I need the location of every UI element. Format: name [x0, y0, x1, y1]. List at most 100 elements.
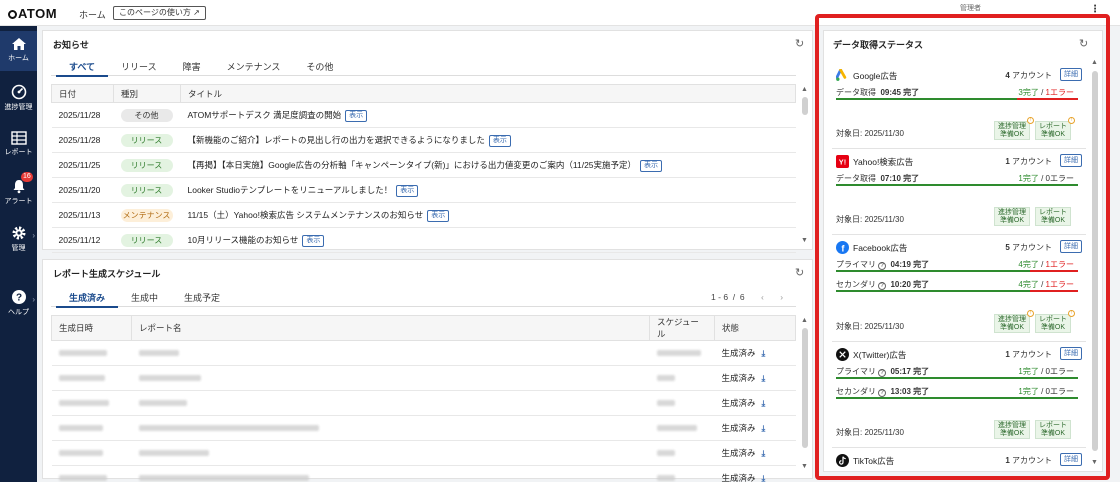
- table-row[interactable]: 生成済み ⤓: [51, 340, 796, 366]
- svg-text:?: ?: [15, 293, 21, 304]
- status-cell: 生成済み ⤓: [714, 340, 796, 366]
- show-button[interactable]: 表示: [427, 209, 450, 222]
- table-row[interactable]: 2025/11/25 リリース 【再掲】【本日実施】Google広告の分析軸「キャン…: [51, 152, 796, 178]
- news-date: 2025/11/20: [51, 177, 114, 203]
- sidebar-item-help[interactable]: ? ヘルプ ›: [0, 283, 37, 323]
- download-icon[interactable]: ⤓: [762, 373, 766, 383]
- status-text: 生成済み: [721, 348, 756, 358]
- news-title-text[interactable]: 【再掲】【本日実施】Google広告の分析軸「キャンペーンタイプ(新)」における…: [188, 160, 637, 170]
- tab-release[interactable]: リリース: [108, 59, 170, 75]
- sidebar-item-home[interactable]: ホーム: [0, 31, 37, 71]
- download-icon[interactable]: ⤓: [762, 473, 766, 482]
- redacted-schedule: [649, 415, 715, 441]
- download-icon[interactable]: ⤓: [762, 448, 766, 458]
- table-row[interactable]: 2025/11/20 リリース Looker Studioテンプレートをリニューアル…: [51, 177, 796, 203]
- table-row[interactable]: 生成済み ⤓: [51, 415, 796, 441]
- news-title-text[interactable]: 11/15（土）Yahoo!検索広告 システムメンテナンスのお知らせ: [188, 210, 424, 220]
- redacted-report-name: [131, 465, 650, 482]
- howto-button[interactable]: このページの使い方 ↗: [113, 6, 206, 20]
- table-row[interactable]: 生成済み ⤓: [51, 365, 796, 391]
- tab-generated[interactable]: 生成済み: [56, 290, 119, 308]
- external-link-icon: ↗: [193, 8, 200, 17]
- atom-logo[interactable]: ATOM: [8, 6, 57, 21]
- redacted-report-name: [131, 390, 650, 416]
- sidebar-item-progress[interactable]: 進捗管理: [0, 78, 37, 118]
- table-row[interactable]: 2025/11/28 リリース 【新機能のご紹介】レポートの見出し行の出力を選択でき…: [51, 127, 796, 153]
- prev-page-icon[interactable]: ‹: [761, 292, 764, 302]
- news-date: 2025/11/25: [51, 152, 114, 178]
- redacted-report-name: [131, 415, 650, 441]
- column-header-generated-at[interactable]: 生成日時: [51, 315, 132, 341]
- show-button[interactable]: 表示: [488, 134, 511, 147]
- next-page-icon[interactable]: ›: [780, 292, 783, 302]
- refresh-icon[interactable]: ↻: [795, 266, 804, 279]
- status-text: 生成済み: [721, 473, 756, 482]
- table-row[interactable]: 生成済み ⤓: [51, 390, 796, 416]
- news-title-text[interactable]: 10月リリース機能のお知らせ: [188, 235, 299, 245]
- news-title-text[interactable]: 【新機能のご紹介】レポートの見出し行の出力を選択できるようになりました: [188, 135, 485, 145]
- tab-outage[interactable]: 障害: [170, 59, 214, 75]
- sidebar-item-report[interactable]: レポート: [0, 125, 37, 165]
- scroll-up-icon[interactable]: ▲: [801, 317, 808, 324]
- schedule-table: 生成日時 レポート名 スケジュール 状態 生成済み ⤓ 生成済み ⤓ 生成済み ⤓ 生成済み…: [51, 315, 796, 482]
- table-row[interactable]: 2025/11/28 その他 ATOMサポートデスク 満足度調査の開始 表示: [51, 102, 796, 128]
- column-header-type[interactable]: 種別: [113, 84, 181, 103]
- pagination: 1 - 6 / 6 ‹ ›: [711, 292, 784, 302]
- news-title-text[interactable]: Looker Studioテンプレートをリニューアルしました！: [188, 185, 393, 195]
- sidebar: ホーム 進捗管理 レポート 16 アラート 管理 › ? ヘルプ ›: [0, 26, 37, 482]
- table-row[interactable]: 2025/11/12 リリース 10月リリース機能のお知らせ 表示: [51, 227, 796, 253]
- news-title-cell: Looker Studioテンプレートをリニューアルしました！ 表示: [180, 177, 796, 203]
- tab-all[interactable]: すべて: [56, 59, 109, 77]
- news-title-cell: ATOMサポートデスク 満足度調査の開始 表示: [180, 102, 796, 128]
- news-tabs: すべて リリース 障害 メンテナンス その他: [56, 59, 346, 77]
- refresh-icon[interactable]: ↻: [795, 37, 804, 50]
- scroll-up-icon[interactable]: ▲: [801, 86, 808, 93]
- news-title-text[interactable]: ATOMサポートデスク 満足度調査の開始: [188, 110, 342, 120]
- column-header-report-name[interactable]: レポート名: [131, 315, 650, 341]
- redacted-report-name: [131, 340, 650, 366]
- news-type: メンテナンス: [113, 202, 181, 228]
- scroll-down-icon[interactable]: ▼: [801, 463, 808, 470]
- type-badge: メンテナンス: [120, 208, 173, 222]
- column-header-schedule[interactable]: スケジュール: [649, 315, 715, 341]
- tab-other[interactable]: その他: [293, 59, 346, 75]
- scroll-down-icon[interactable]: ▼: [801, 237, 808, 244]
- help-icon: ?: [11, 290, 26, 304]
- type-badge: その他: [120, 108, 173, 122]
- user-name[interactable]: 管理者: [960, 3, 981, 13]
- column-header-title[interactable]: タイトル: [180, 84, 796, 103]
- status-text: 生成済み: [721, 423, 756, 433]
- table-row[interactable]: 生成済み ⤓: [51, 440, 796, 466]
- column-header-date[interactable]: 日付: [51, 84, 114, 103]
- news-scrollbar[interactable]: [802, 97, 808, 115]
- tab-generating[interactable]: 生成中: [118, 290, 171, 306]
- sidebar-item-alert[interactable]: 16 アラート: [0, 172, 37, 212]
- schedule-panel: レポート生成スケジュール ↻ 生成済み 生成中 生成予定 1 - 6 / 6 ‹ ›…: [42, 259, 813, 482]
- show-button[interactable]: 表示: [640, 159, 663, 172]
- logo-ring-icon: [8, 10, 17, 19]
- show-button[interactable]: 表示: [302, 234, 325, 247]
- status-cell: 生成済み ⤓: [714, 365, 796, 391]
- news-title: お知らせ: [53, 40, 89, 50]
- download-icon[interactable]: ⤓: [762, 423, 766, 433]
- type-badge: リリース: [120, 233, 173, 247]
- tab-scheduled[interactable]: 生成予定: [171, 290, 233, 306]
- download-icon[interactable]: ⤓: [762, 398, 766, 408]
- redacted-date: [51, 465, 132, 482]
- tab-maintenance[interactable]: メンテナンス: [214, 59, 294, 75]
- table-row[interactable]: 2025/11/13 メンテナンス 11/15（土）Yahoo!検索広告 システムメ…: [51, 202, 796, 228]
- grid-icon: [10, 131, 27, 145]
- table-row[interactable]: 生成済み ⤓: [51, 465, 796, 482]
- download-icon[interactable]: ⤓: [762, 348, 766, 358]
- show-button[interactable]: 表示: [396, 184, 419, 197]
- show-button[interactable]: 表示: [345, 109, 368, 122]
- status-text: 生成済み: [721, 398, 756, 408]
- home-link[interactable]: ホーム: [79, 8, 106, 21]
- column-header-status[interactable]: 状態: [714, 315, 796, 341]
- redacted-date: [51, 390, 132, 416]
- news-title-cell: 10月リリース機能のお知らせ 表示: [180, 227, 796, 253]
- status-cell: 生成済み ⤓: [714, 390, 796, 416]
- sidebar-item-admin[interactable]: 管理 ›: [0, 219, 37, 259]
- news-title-cell: 【再掲】【本日実施】Google広告の分析軸「キャンペーンタイプ(新)」における…: [180, 152, 796, 178]
- schedule-scrollbar[interactable]: [802, 328, 808, 448]
